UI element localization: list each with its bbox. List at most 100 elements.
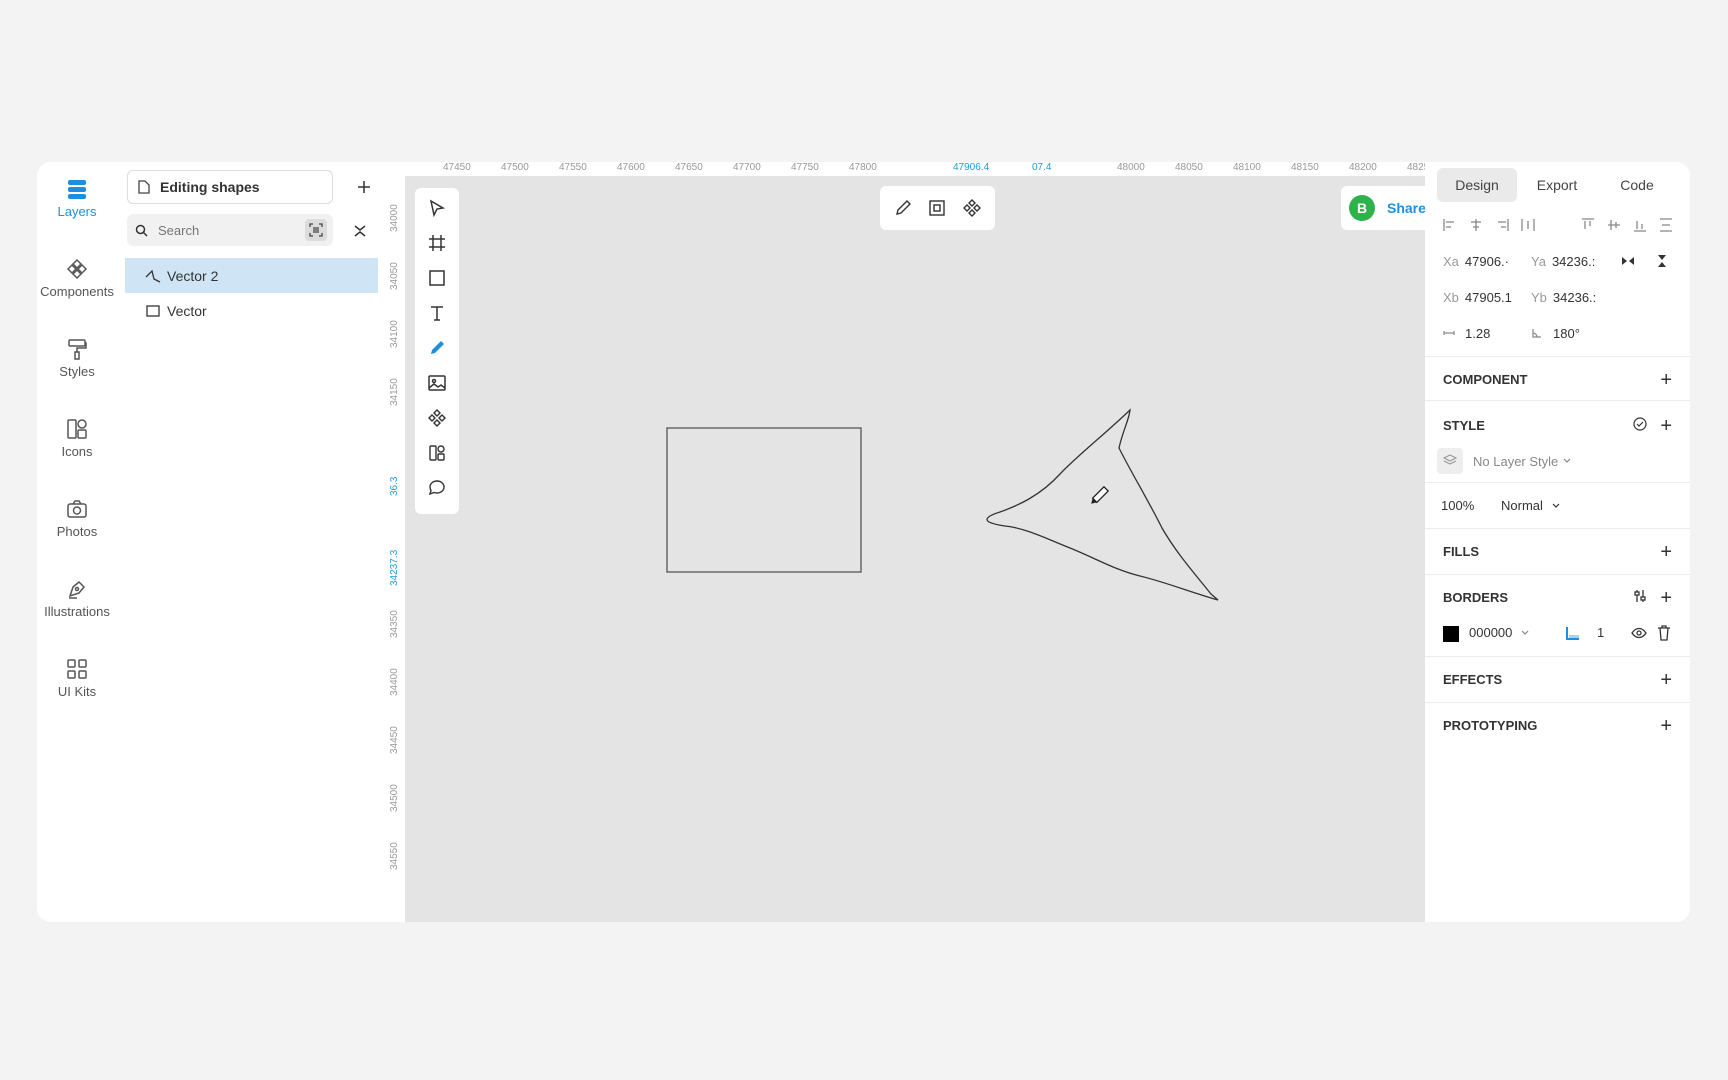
ya-field[interactable]: Ya 34236.: xyxy=(1531,254,1595,269)
blend-mode-select[interactable]: Normal xyxy=(1501,498,1561,513)
rail-illustrations[interactable]: Illustrations xyxy=(37,578,117,619)
border-color-swatch[interactable] xyxy=(1443,626,1459,642)
ruler-label-highlight: 36.3 xyxy=(389,476,400,496)
collapse-all-button[interactable] xyxy=(349,220,371,242)
text-tool[interactable] xyxy=(423,299,451,327)
image-icon xyxy=(428,375,446,391)
ruler-label-highlight: 47906.4 xyxy=(953,162,990,173)
align-bottom-icon[interactable] xyxy=(1633,218,1647,235)
add-page-button[interactable] xyxy=(351,174,377,200)
ruler-label: 48100 xyxy=(1233,162,1261,173)
ruler-label: 47500 xyxy=(501,162,529,173)
ruler-label-highlight: 34237.3 xyxy=(389,549,400,586)
angle-field[interactable]: 180° xyxy=(1531,326,1580,341)
frame-tool[interactable] xyxy=(423,229,451,257)
components-icon[interactable] xyxy=(962,199,981,217)
check-circle-icon[interactable] xyxy=(1633,417,1647,434)
ruler-label: 48200 xyxy=(1349,162,1377,173)
align-top-icon[interactable] xyxy=(1581,218,1595,235)
rail-layers[interactable]: Layers xyxy=(37,178,117,219)
shape-tool[interactable] xyxy=(423,264,451,292)
move-tool[interactable] xyxy=(423,194,451,222)
align-left-icon[interactable] xyxy=(1443,218,1457,235)
flip-vertical-icon[interactable] xyxy=(1655,254,1669,271)
layer-style-select[interactable]: No Layer Style xyxy=(1437,448,1572,474)
ruler-label: 47450 xyxy=(443,162,471,173)
xb-field[interactable]: Xb 47905.1 xyxy=(1443,290,1512,305)
align-center-h-icon[interactable] xyxy=(1469,218,1483,235)
border-color-field[interactable]: 000000 xyxy=(1469,625,1530,640)
vector-edit-bar xyxy=(880,186,995,230)
workspace-logo: B xyxy=(1349,195,1375,221)
page-selector[interactable]: Editing shapes xyxy=(127,170,333,204)
rail-icons[interactable]: Icons xyxy=(37,418,117,459)
add-style-button[interactable]: + xyxy=(1660,416,1672,436)
icons-icon xyxy=(67,419,87,439)
ruler-label: 47650 xyxy=(675,162,703,173)
pencil-icon[interactable] xyxy=(894,199,912,217)
opacity-field[interactable]: 100% xyxy=(1441,498,1474,513)
xa-field[interactable]: Xa 47906.· xyxy=(1443,254,1509,269)
layer-style-icon xyxy=(1437,448,1463,474)
crop-frame-icon[interactable] xyxy=(928,199,946,217)
length-field[interactable]: 1.28 xyxy=(1443,326,1490,341)
divider xyxy=(1425,400,1690,401)
border-position-icon[interactable] xyxy=(1565,625,1581,644)
add-effect-button[interactable]: + xyxy=(1660,670,1672,690)
rail-ui-kits[interactable]: UI Kits xyxy=(37,658,117,699)
divider xyxy=(1425,702,1690,703)
divider xyxy=(1425,656,1690,657)
rail-components[interactable]: Components xyxy=(37,258,117,299)
ruler-label: 34350 xyxy=(389,610,400,638)
add-component-button[interactable]: + xyxy=(1660,370,1672,390)
section-effects-title: EFFECTS xyxy=(1443,672,1503,687)
yb-field[interactable]: Yb 34236.: xyxy=(1531,290,1596,305)
tab-design[interactable]: Design xyxy=(1437,168,1517,202)
component-tool[interactable] xyxy=(423,404,451,432)
align-right-icon[interactable] xyxy=(1495,218,1509,235)
add-prototype-button[interactable]: + xyxy=(1660,716,1672,736)
pencil-icon xyxy=(431,341,444,354)
align-center-v-icon[interactable] xyxy=(1607,218,1621,235)
layer-row-vector[interactable]: Vector xyxy=(125,293,378,328)
share-label: Share xyxy=(1387,200,1426,216)
section-borders-title: BORDERS xyxy=(1443,590,1509,605)
distribute-h-icon[interactable] xyxy=(1521,218,1535,235)
distribute-v-icon[interactable] xyxy=(1659,218,1673,235)
icons-tool[interactable] xyxy=(423,439,451,467)
trash-icon[interactable] xyxy=(1657,625,1671,644)
camera-icon xyxy=(67,500,87,518)
pencil-tool[interactable] xyxy=(423,334,451,362)
tab-export[interactable]: Export xyxy=(1517,168,1597,202)
search-icon xyxy=(135,224,148,237)
add-border-button[interactable]: + xyxy=(1660,588,1672,608)
scan-icon xyxy=(309,223,323,237)
ruler-label: 47600 xyxy=(617,162,645,173)
layer-search xyxy=(127,214,333,246)
ruler-left: 34000 34050 34100 34150 36.3 34237.3 343… xyxy=(389,176,405,922)
section-prototyping-title: PROTOTYPING xyxy=(1443,718,1538,733)
image-tool[interactable] xyxy=(423,369,451,397)
border-settings-icon[interactable] xyxy=(1633,589,1647,606)
layer-row-vector-2[interactable]: Vector 2 xyxy=(125,258,378,293)
focus-layer-button[interactable] xyxy=(305,219,327,241)
search-input[interactable] xyxy=(158,222,288,238)
rail-styles[interactable]: Styles xyxy=(37,338,117,379)
vector-2-shape[interactable] xyxy=(986,408,1219,601)
add-fill-button[interactable]: + xyxy=(1660,542,1672,562)
vector-rectangle-shape[interactable] xyxy=(666,427,862,573)
tools-toolbar xyxy=(415,188,459,514)
pen-nib-icon xyxy=(68,580,86,599)
tab-code[interactable]: Code xyxy=(1597,168,1677,202)
paint-roller-icon xyxy=(68,339,87,360)
comment-tool[interactable] xyxy=(423,474,451,502)
grid-icon xyxy=(67,659,87,679)
eye-icon[interactable] xyxy=(1631,626,1647,643)
canvas[interactable]: B Share xyxy=(405,176,1462,922)
rail-photos[interactable]: Photos xyxy=(37,498,117,539)
border-width-field[interactable]: 1 xyxy=(1597,625,1604,640)
layers-icon xyxy=(68,180,86,199)
flip-horizontal-icon[interactable] xyxy=(1621,254,1635,271)
collapse-icon xyxy=(354,225,366,237)
ruler-label: 34450 xyxy=(389,726,400,754)
